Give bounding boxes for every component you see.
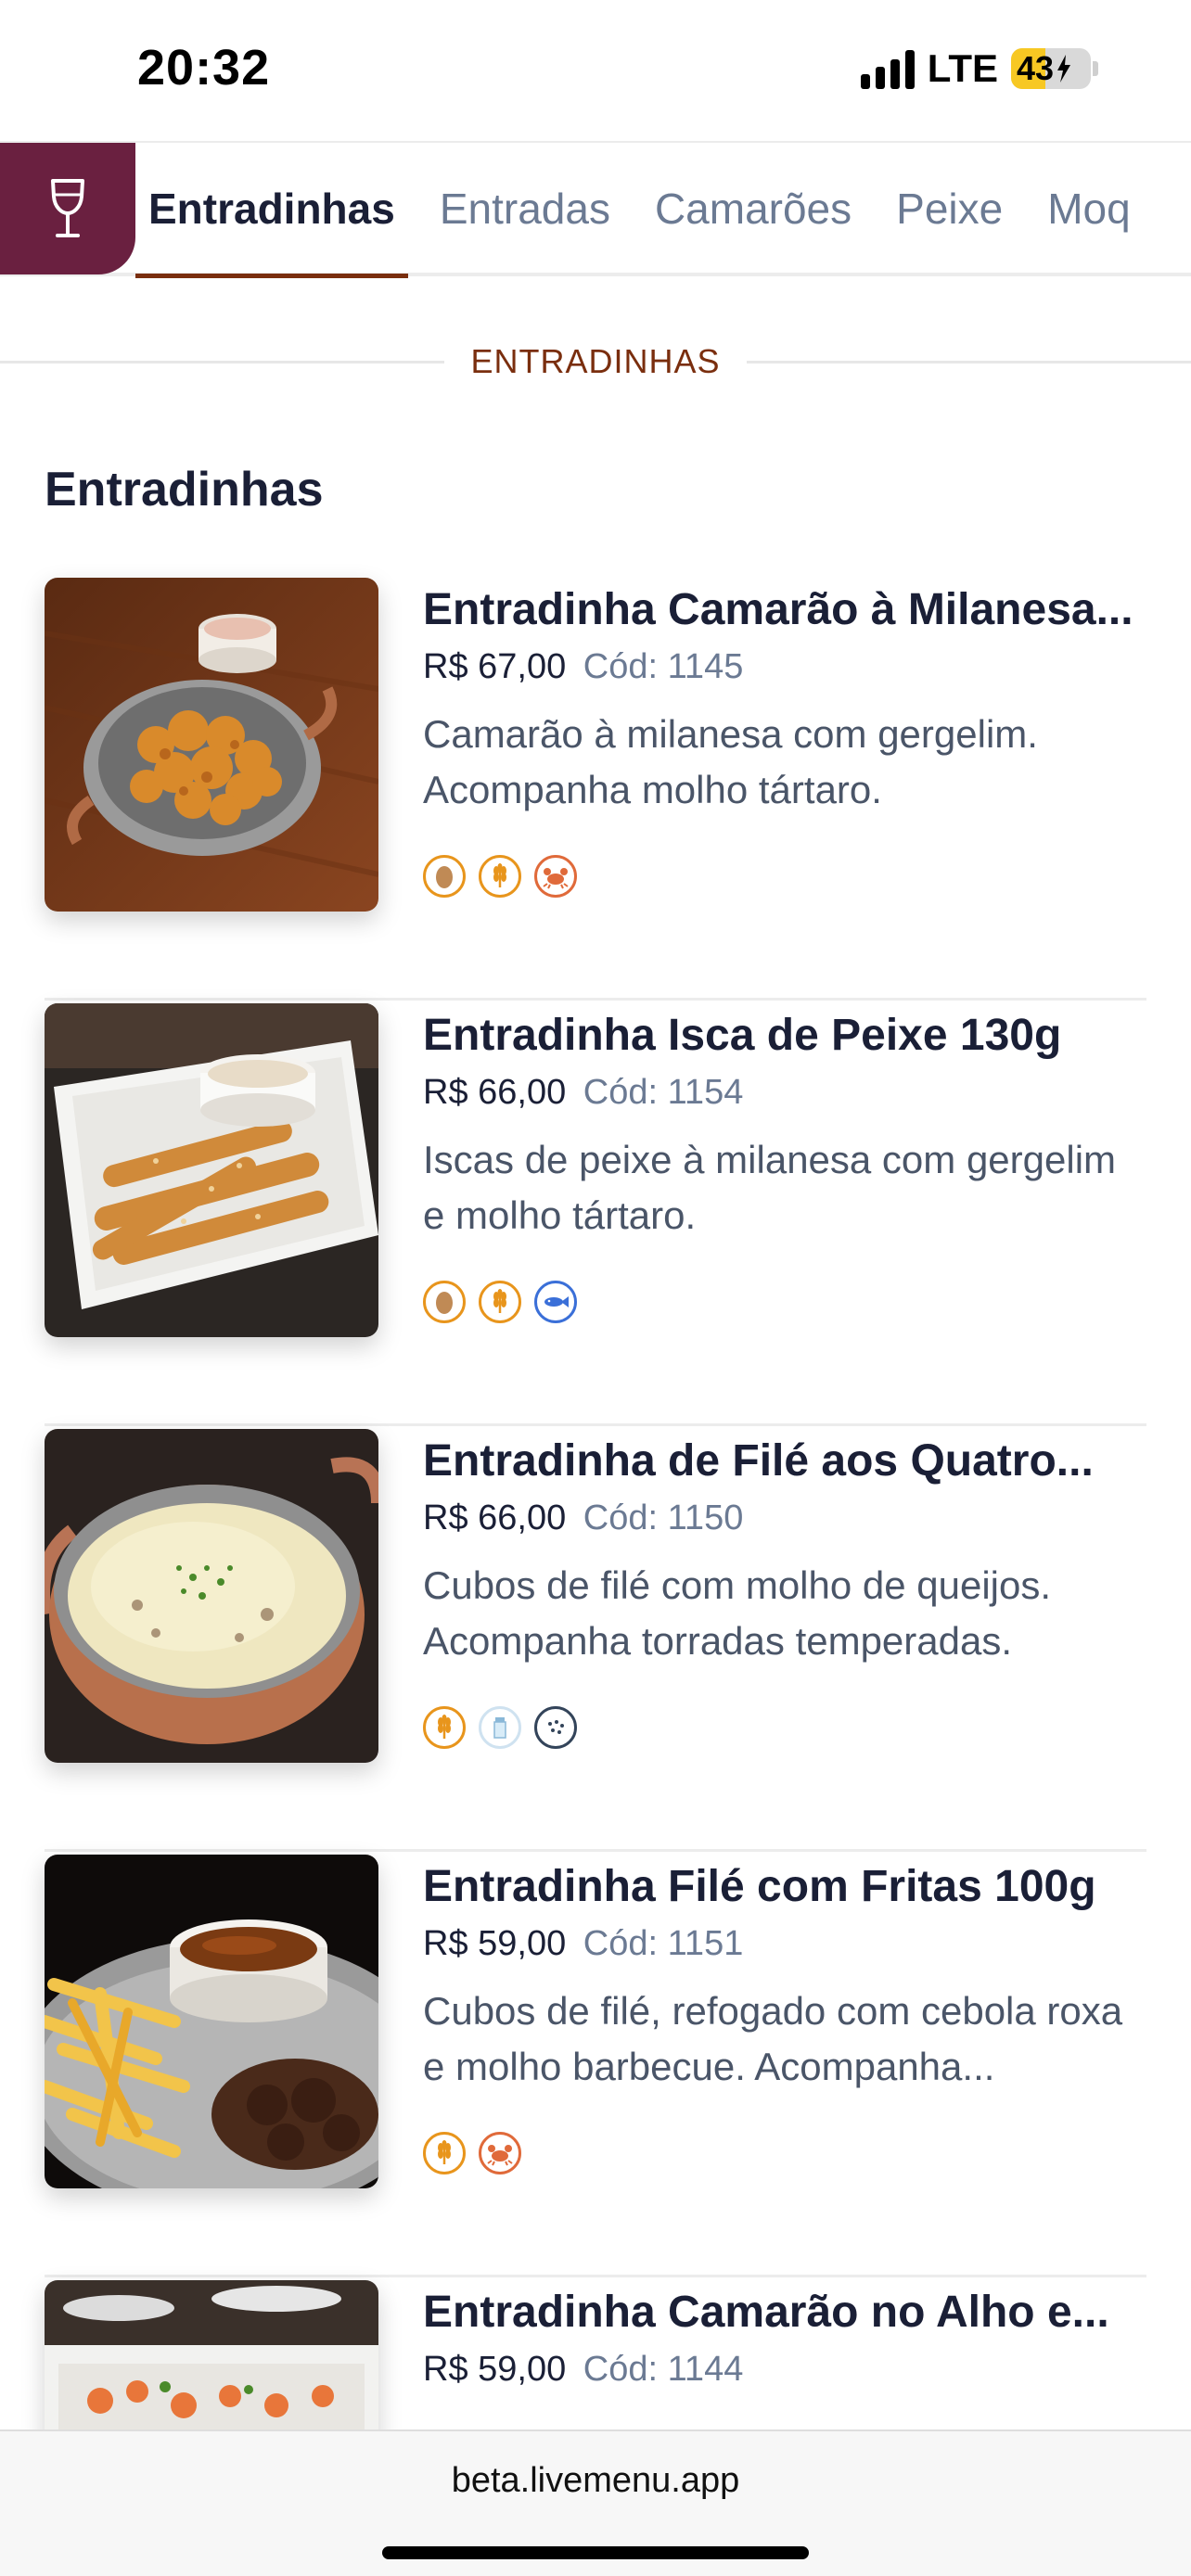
item-price: R$ 67,00 <box>423 647 567 686</box>
item-name: Entradinha Isca de Peixe 130g <box>423 1011 1062 1060</box>
wheat-icon <box>479 1281 521 1323</box>
item-details: Entradinha Camarão à Milanesa... R$ 67,0… <box>423 580 1146 898</box>
item-code: Cód: 1151 <box>583 1924 744 1963</box>
tab-entradinhas[interactable]: Entradinhas <box>135 143 408 278</box>
item-photo <box>45 1003 378 1337</box>
tab-entradas[interactable]: Entradas <box>427 143 623 274</box>
home-indicator <box>382 2546 809 2559</box>
menu-item[interactable]: Entradinha Camarão à Milanesa... R$ 67,0… <box>45 575 1146 1001</box>
battery-level: 43 <box>1017 49 1055 87</box>
status-time: 20:32 <box>137 40 271 96</box>
item-description: Cubos de filé, refogado com cebola roxa … <box>423 1989 1123 2088</box>
menu-item[interactable]: Entradinha Filé com Fritas 100g R$ 59,00… <box>45 1852 1146 2277</box>
crab-icon <box>534 855 577 898</box>
category-tabs-bar: Entradinhas Entradas Camarões Peixe Moq <box>0 141 1191 278</box>
network-label: LTE <box>927 46 998 90</box>
menu-item[interactable]: Entradinha Isca de Peixe 130g R$ 66,00 C… <box>45 1001 1146 1426</box>
lactose-icon <box>534 1706 577 1749</box>
item-price: R$ 59,00 <box>423 2350 567 2389</box>
item-description: Iscas de peixe à milanesa com gergelim e… <box>423 1138 1117 1237</box>
item-photo <box>45 1429 378 1763</box>
item-code: Cód: 1150 <box>583 1498 744 1537</box>
divider-line <box>0 360 445 363</box>
item-details: Entradinha de Filé aos Quatro... R$ 66,0… <box>423 1432 1146 1749</box>
section-title: Entradinhas <box>45 463 324 516</box>
wine-glass-icon <box>51 179 84 237</box>
tab-moqueca[interactable]: Moq <box>1034 143 1143 274</box>
charging-bolt-icon <box>1057 55 1071 83</box>
item-code: Cód: 1145 <box>583 647 744 686</box>
item-details: Entradinha Isca de Peixe 130g R$ 66,00 C… <box>423 1006 1146 1323</box>
item-meta: R$ 66,00 Cód: 1150 <box>423 1495 1146 1541</box>
section-divider: ENTRADINHAS <box>0 334 1191 389</box>
item-meta: R$ 66,00 Cód: 1154 <box>423 1069 1146 1116</box>
crab-icon <box>479 2132 521 2174</box>
item-name: Entradinha Filé com Fritas 100g <box>423 1862 1096 1911</box>
item-price: R$ 59,00 <box>423 1924 567 1963</box>
egg-icon <box>423 855 466 898</box>
allergen-list <box>423 855 1146 898</box>
category-tabs: Entradinhas Entradas Camarões Peixe Moq <box>135 143 1162 278</box>
item-meta: R$ 59,00 Cód: 1144 <box>423 2346 1146 2392</box>
menu-item[interactable]: Entradinha de Filé aos Quatro... R$ 66,0… <box>45 1426 1146 1852</box>
item-name: Entradinha Camarão à Milanesa... <box>423 585 1133 634</box>
item-name: Entradinha de Filé aos Quatro... <box>423 1436 1094 1486</box>
signal-icon <box>860 48 915 89</box>
egg-icon <box>423 1281 466 1323</box>
item-code: Cód: 1144 <box>583 2350 744 2389</box>
fish-icon <box>534 1281 577 1323</box>
item-code: Cód: 1154 <box>583 1073 744 1112</box>
wine-menu-button[interactable] <box>0 143 135 274</box>
item-photo <box>45 1855 378 2188</box>
status-indicators: LTE 43 <box>860 46 1098 91</box>
wheat-icon <box>423 1706 466 1749</box>
tab-peixe[interactable]: Peixe <box>883 143 1016 274</box>
item-meta: R$ 59,00 Cód: 1151 <box>423 1920 1146 1967</box>
wheat-icon <box>423 2132 466 2174</box>
tab-camaroes[interactable]: Camarões <box>642 143 864 274</box>
allergen-list <box>423 1281 1146 1323</box>
item-description: Camarão à milanesa com gergelim. Acompan… <box>423 712 1038 811</box>
allergen-list <box>423 2132 1146 2174</box>
menu-item-list: Entradinha Camarão à Milanesa... R$ 67,0… <box>45 575 1146 2576</box>
browser-url-bar[interactable]: beta.livemenu.app <box>0 2429 1191 2576</box>
item-price: R$ 66,00 <box>423 1073 567 1112</box>
milk-icon <box>479 1706 521 1749</box>
item-details: Entradinha Filé com Fritas 100g R$ 59,00… <box>423 1857 1146 2174</box>
battery-nub <box>1093 61 1098 76</box>
status-bar: 20:32 LTE 43 <box>0 0 1191 139</box>
section-divider-label: ENTRADINHAS <box>470 342 721 380</box>
item-details: Entradinha Camarão no Alho e... R$ 59,00… <box>423 2283 1146 2392</box>
allergen-list <box>423 1706 1146 1749</box>
item-meta: R$ 67,00 Cód: 1145 <box>423 644 1146 690</box>
item-photo <box>45 578 378 912</box>
item-name: Entradinha Camarão no Alho e... <box>423 2288 1109 2337</box>
wheat-icon <box>479 855 521 898</box>
item-description: Cubos de filé com molho de queijos. Acom… <box>423 1563 1052 1663</box>
battery-icon: 43 <box>1011 48 1091 89</box>
item-price: R$ 66,00 <box>423 1498 567 1537</box>
url-text[interactable]: beta.livemenu.app <box>0 2461 1191 2501</box>
divider-line <box>746 360 1191 363</box>
